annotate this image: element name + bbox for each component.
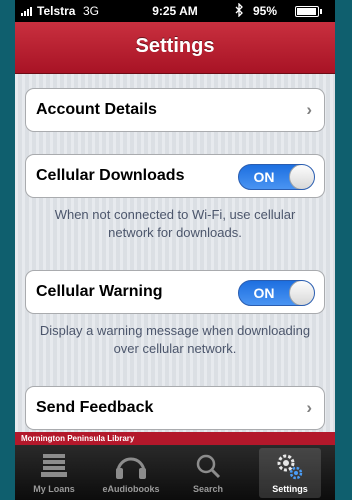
phone-screen: Telstra 3G 9:25 AM 95% Settings Account …: [15, 0, 335, 500]
cellular-downloads-label: Cellular Downloads: [36, 167, 185, 184]
status-time: 9:25 AM: [152, 4, 198, 18]
page-title: Settings: [135, 35, 215, 57]
cellular-downloads-row: Cellular Downloads ON: [25, 154, 325, 198]
cellular-warning-toggle[interactable]: ON: [238, 280, 315, 306]
toggle-on-label: ON: [253, 285, 275, 301]
tab-label: My Loans: [33, 484, 75, 494]
chevron-right-icon: ›: [306, 398, 312, 417]
battery-icon: [295, 6, 322, 17]
send-feedback-row[interactable]: Send Feedback ›: [25, 386, 325, 430]
settings-list: Account Details › Cellular Downloads ON …: [15, 74, 335, 432]
toggle-knob: [289, 281, 314, 305]
library-name-bar: Mornington Peninsula Library: [15, 432, 335, 445]
battery-percent: 95%: [253, 4, 278, 18]
chevron-right-icon: ›: [306, 100, 312, 119]
tab-search[interactable]: Search: [177, 448, 239, 498]
cellular-warning-label: Cellular Warning: [36, 283, 163, 300]
toggle-knob: [289, 165, 314, 189]
status-bar: Telstra 3G 9:25 AM 95%: [15, 0, 335, 22]
cellular-warning-description: Display a warning message when downloadi…: [39, 323, 311, 356]
tab-label: Settings: [272, 484, 308, 494]
bluetooth-icon: [234, 2, 244, 20]
tab-bar: My Loans eAudiobooks Search Settings: [15, 445, 335, 500]
gears-icon: [259, 452, 321, 480]
cellular-warning-row: Cellular Warning ON: [25, 270, 325, 314]
account-details-label: Account Details: [36, 101, 157, 118]
tab-eaudiobooks[interactable]: eAudiobooks: [100, 448, 162, 498]
tab-label: eAudiobooks: [102, 484, 160, 494]
stack-icon: [23, 452, 85, 480]
tab-my-loans[interactable]: My Loans: [23, 448, 85, 498]
cellular-downloads-toggle[interactable]: ON: [238, 164, 315, 190]
magnifier-icon: [177, 452, 239, 480]
tab-label: Search: [192, 484, 224, 494]
headphones-icon: [100, 452, 162, 480]
account-details-row[interactable]: Account Details ›: [25, 88, 325, 132]
cellular-downloads-description: When not connected to Wi-Fi, use cellula…: [54, 207, 296, 240]
library-name: Mornington Peninsula Library: [21, 434, 135, 443]
navigation-bar: Settings: [15, 22, 335, 74]
send-feedback-label: Send Feedback: [36, 399, 154, 416]
tab-settings[interactable]: Settings: [259, 448, 321, 498]
toggle-on-label: ON: [253, 169, 275, 185]
